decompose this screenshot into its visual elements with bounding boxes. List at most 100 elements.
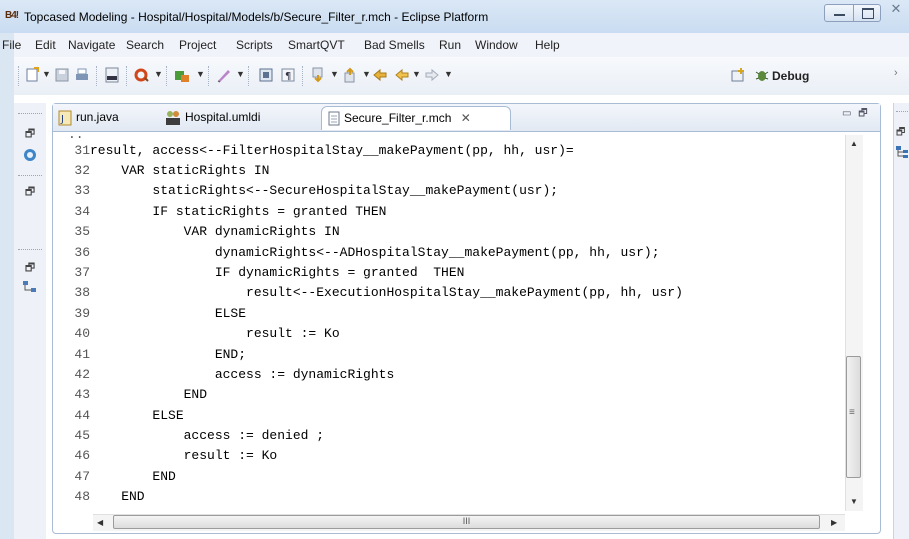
tab-run-java[interactable]: Jrun.java <box>58 106 119 130</box>
code-text: dynamicRights<--ADHospitalStay__makePaym… <box>90 245 660 260</box>
restore-icon[interactable]: 🗗 <box>896 125 905 142</box>
maximize-icon <box>862 8 874 19</box>
previous-annotation-dropdown-icon[interactable]: ▼ <box>362 69 371 79</box>
menu-navigate[interactable]: Navigate <box>68 38 115 52</box>
maximize-button[interactable] <box>853 4 881 22</box>
forward-arrow-icon[interactable] <box>424 67 440 83</box>
uml-diagram-icon <box>166 110 180 125</box>
code-line: 48 END <box>68 489 144 509</box>
toolbar-separator <box>302 66 304 86</box>
code-line: 44 ELSE <box>68 408 183 428</box>
menu-project[interactable]: Project <box>179 38 216 52</box>
minimize-button[interactable] <box>824 4 854 22</box>
new-dropdown-icon[interactable]: ▼ <box>42 69 51 79</box>
next-annotation-dropdown-icon[interactable]: ▼ <box>330 69 339 79</box>
tab-label: Hospital.umldi <box>185 110 261 124</box>
title-bar: B4! Topcased Modeling - Hospital/Hospita… <box>0 0 909 33</box>
search-tool-icon[interactable] <box>134 67 150 83</box>
minimize-maximize-icons[interactable]: ▭ 🗗 <box>842 106 870 123</box>
toolbar-separator <box>96 66 98 86</box>
back-arrow-icon[interactable] <box>394 67 410 83</box>
run-tool-icon[interactable] <box>174 67 190 83</box>
trim-grip <box>18 175 42 178</box>
toolbar-overflow-icon[interactable]: › <box>894 67 898 79</box>
svg-text:J: J <box>60 114 64 125</box>
last-edit-location-icon[interactable] <box>372 67 388 83</box>
binary-icon[interactable] <box>104 67 120 83</box>
menu-edit[interactable]: Edit <box>35 38 56 52</box>
back-dropdown-icon[interactable]: ▼ <box>412 69 421 79</box>
code-line: 34 IF staticRights = granted THEN <box>68 204 386 224</box>
menu-scripts[interactable]: Scripts <box>236 38 273 52</box>
code-line: 31result, access<--FilterHospitalStay__m… <box>68 143 573 163</box>
main-toolbar: ▼ ▼ ▼ ▼ ¶ ▼ ▼ ▼ ▼ Debug › <box>14 57 909 95</box>
menu-bar: File Edit Navigate Search Project Script… <box>2 33 909 57</box>
scroll-left-icon[interactable]: ◀ <box>97 518 103 527</box>
window-left-edge <box>0 33 14 539</box>
code-line: 35 VAR dynamicRights IN <box>68 224 340 244</box>
menu-search[interactable]: Search <box>126 38 164 52</box>
code-text: ELSE <box>90 306 247 321</box>
code-line: 47 END <box>68 469 175 489</box>
thumb-grip: III <box>462 516 471 526</box>
vertical-scroll-thumb[interactable]: ≡ <box>846 356 861 478</box>
code-line: 42 access := dynamicRights <box>68 367 394 387</box>
tab-label: Secure_Filter_r.mch <box>344 111 452 125</box>
tab-label: run.java <box>76 110 119 124</box>
tab-hospital-umldi[interactable]: Hospital.umldi <box>165 106 260 130</box>
hierarchy-view-icon[interactable] <box>22 279 38 295</box>
scroll-down-icon[interactable]: ▼ <box>850 497 858 506</box>
show-whitespace-icon[interactable]: ¶ <box>280 67 296 83</box>
close-icon: ✕ <box>890 1 902 16</box>
toggle-view-icon[interactable] <box>258 67 274 83</box>
menu-bad-smells[interactable]: Bad Smells <box>364 38 425 52</box>
menu-window[interactable]: Window <box>475 38 518 52</box>
menu-file[interactable]: File <box>2 38 21 52</box>
run-dropdown-icon[interactable]: ▼ <box>196 69 205 79</box>
trim-grip <box>18 113 42 116</box>
line-number: 32 <box>74 163 90 178</box>
line-number: 33 <box>74 183 90 198</box>
window-title: Topcased Modeling - Hospital/Hospital/Mo… <box>24 10 489 24</box>
line-number: 44 <box>74 408 90 423</box>
restore-icon[interactable]: 🗗 <box>22 183 38 198</box>
scroll-up-icon[interactable]: ▲ <box>850 139 858 148</box>
next-annotation-icon[interactable] <box>310 67 326 83</box>
restore-icon[interactable]: 🗗 <box>22 259 38 274</box>
code-text: access := denied ; <box>90 428 325 443</box>
structure-view-icon[interactable] <box>895 145 909 159</box>
code-line: 36 dynamicRights<--ADHospitalStay__makeP… <box>68 245 660 265</box>
line-number: 36 <box>74 245 90 260</box>
code-line: 38 result<--ExecutionHospitalStay__makeP… <box>68 285 683 305</box>
open-perspective-icon[interactable] <box>730 67 746 83</box>
debug-bug-icon[interactable] <box>754 67 770 83</box>
tab-close-icon[interactable]: ✕ <box>461 111 471 125</box>
debug-perspective-label[interactable]: Debug <box>772 69 809 83</box>
forward-dropdown-icon[interactable]: ▼ <box>444 69 453 79</box>
code-line: 46 result := Ko <box>68 448 277 468</box>
new-file-icon[interactable] <box>24 67 40 83</box>
marker-dropdown-icon[interactable]: ▼ <box>236 69 245 79</box>
previous-annotation-icon[interactable] <box>342 67 358 83</box>
svg-text:¶: ¶ <box>285 71 291 82</box>
code-line: 45 access := denied ; <box>68 428 324 448</box>
minimize-icon <box>834 14 845 16</box>
menu-run[interactable]: Run <box>439 38 461 52</box>
outline-view-icon[interactable] <box>22 147 38 163</box>
print-icon[interactable] <box>74 67 90 83</box>
save-icon[interactable] <box>54 67 70 83</box>
marker-icon[interactable] <box>216 67 232 83</box>
code-line: 43 END <box>68 387 207 407</box>
search-dropdown-icon[interactable]: ▼ <box>154 69 163 79</box>
code-editor[interactable]: .. 31result, access<--FilterHospitalStay… <box>68 135 848 511</box>
right-trim-bar: 🗗 <box>893 103 909 539</box>
code-text: VAR dynamicRights IN <box>90 224 340 239</box>
code-text: staticRights<--SecureHospitalStay__makeP… <box>90 183 559 198</box>
scroll-right-icon[interactable]: ▶ <box>831 518 837 527</box>
horizontal-scroll-thumb[interactable]: III <box>113 515 820 529</box>
menu-help[interactable]: Help <box>535 38 560 52</box>
restore-icon[interactable]: 🗗 <box>22 125 38 140</box>
tab-secure-filter[interactable]: Secure_Filter_r.mch ✕ <box>321 106 511 130</box>
close-button[interactable]: ✕ <box>886 0 906 18</box>
menu-smartqvt[interactable]: SmartQVT <box>288 38 345 52</box>
